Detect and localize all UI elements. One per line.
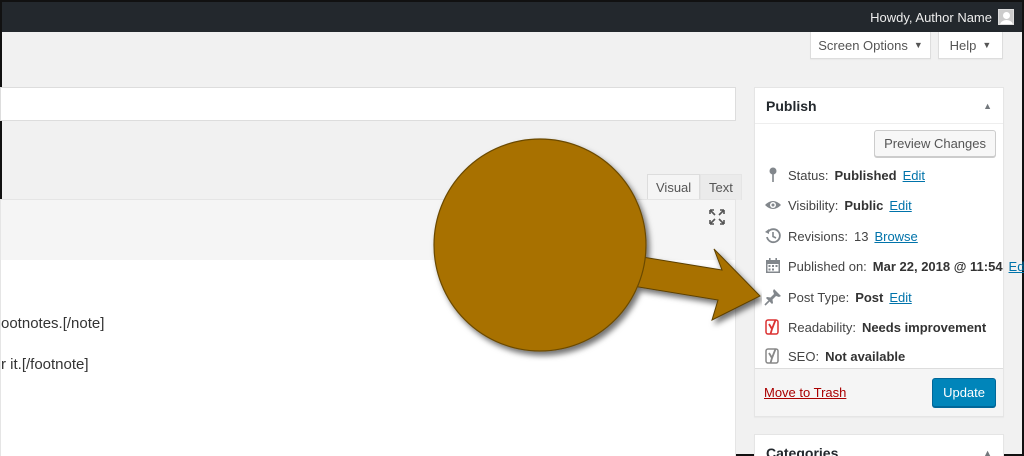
- published-on-label: Published on:: [788, 258, 867, 274]
- published-on-edit-link[interactable]: Edit: [1009, 259, 1024, 274]
- collapse-icon[interactable]: ▲: [983, 101, 992, 111]
- admin-bar: Howdy, Author Name: [2, 2, 1022, 32]
- help-label: Help: [949, 37, 977, 53]
- status-label: Status:: [788, 167, 829, 183]
- seo-value: Not available: [825, 348, 906, 364]
- readability-value: Needs improvement: [861, 319, 987, 335]
- revisions-count: 13: [853, 228, 869, 244]
- preview-changes-button[interactable]: Preview Changes: [874, 130, 996, 157]
- readability-label: Readability:: [788, 319, 856, 335]
- post-type-label: Post Type:: [788, 289, 850, 305]
- publish-box-header[interactable]: Publish ▲: [755, 88, 1003, 124]
- move-to-trash-link[interactable]: Move to Trash: [764, 385, 846, 400]
- chevron-down-icon: ▼: [982, 40, 992, 50]
- screen-options-label: Screen Options: [818, 37, 908, 53]
- yoast-seo-icon: [765, 348, 779, 364]
- categories-box-header[interactable]: Categories ▲: [755, 435, 1003, 456]
- eye-icon: [765, 201, 781, 209]
- publish-box-title: Publish: [766, 97, 817, 114]
- editor-text-line: r it.[/footnote]: [1, 356, 89, 373]
- visibility-label: Visibility:: [788, 197, 839, 213]
- calendar-icon: [766, 258, 780, 273]
- misc-post-type: Post Type: Post Edit: [764, 287, 912, 307]
- revisions-label: Revisions:: [788, 228, 848, 244]
- publish-box: Publish ▲ Preview Changes Status: Publis…: [754, 87, 1024, 417]
- published-on-value: Mar 22, 2018 @ 11:54: [872, 258, 1003, 274]
- update-button[interactable]: Update: [932, 378, 996, 407]
- major-publishing-actions: Move to Trash Update: [755, 368, 1003, 416]
- editor-text-line: ootnotes.[/note]: [1, 315, 105, 332]
- collapse-icon[interactable]: ▲: [983, 448, 992, 456]
- thumbtack-icon: [764, 289, 781, 306]
- status-value: Published: [834, 167, 897, 183]
- help-button[interactable]: Help ▼: [938, 32, 1003, 59]
- my-account-menu[interactable]: Howdy, Author Name: [870, 2, 1014, 32]
- pin-icon: [769, 167, 777, 182]
- status-edit-link[interactable]: Edit: [903, 168, 925, 183]
- misc-revisions: Revisions: 13 Browse: [764, 226, 918, 246]
- misc-readability: Readability: Needs improvement: [764, 317, 986, 337]
- visibility-edit-link[interactable]: Edit: [889, 198, 911, 213]
- misc-status: Status: Published Edit: [764, 165, 925, 185]
- revisions-icon: [765, 228, 781, 244]
- categories-box: Categories ▲: [754, 434, 1004, 456]
- categories-box-title: Categories: [766, 444, 839, 456]
- misc-seo: SEO: Not available: [764, 346, 905, 366]
- chevron-down-icon: ▼: [913, 40, 923, 50]
- seo-label: SEO:: [788, 348, 820, 364]
- misc-visibility: Visibility: Public Edit: [764, 195, 912, 215]
- post-title-input[interactable]: [0, 87, 736, 121]
- update-label: Update: [943, 385, 985, 400]
- preview-changes-label: Preview Changes: [884, 136, 986, 151]
- misc-published-on: Published on: Mar 22, 2018 @ 11:54 Edit: [764, 256, 1024, 276]
- annotation-arrow-graphic: [433, 138, 761, 352]
- user-avatar-icon: [998, 9, 1014, 25]
- visibility-value: Public: [844, 197, 884, 213]
- post-type-edit-link[interactable]: Edit: [889, 290, 911, 305]
- revisions-browse-link[interactable]: Browse: [874, 229, 917, 244]
- howdy-text: Howdy, Author Name: [870, 9, 992, 25]
- post-type-value: Post: [855, 289, 884, 305]
- screen-options-button[interactable]: Screen Options ▼: [810, 32, 931, 59]
- yoast-readability-icon: [765, 319, 779, 335]
